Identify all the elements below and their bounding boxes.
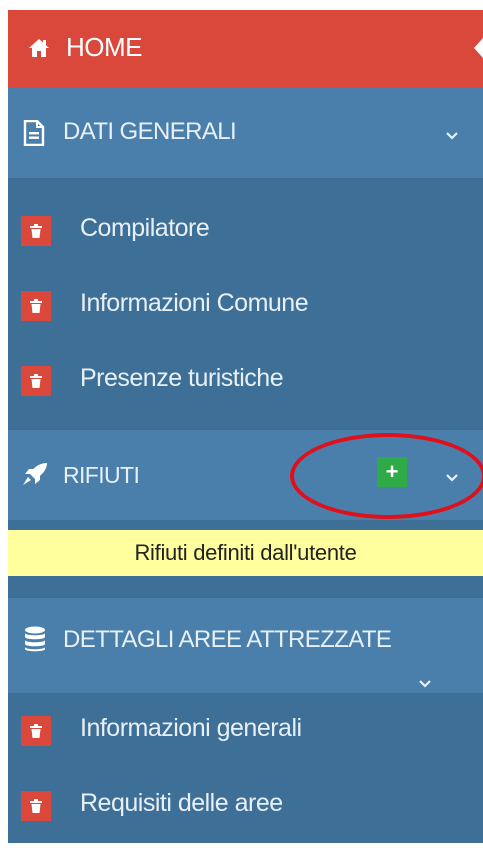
- submenu-item-informazioni-generali[interactable]: Informazioni generali: [8, 700, 483, 760]
- trash-icon[interactable]: [21, 291, 51, 321]
- submenu-item-label: Requisiti delle aree: [80, 789, 283, 817]
- sidebar-menu: HOME DATI GENERALI Compilatore Informazi…: [8, 10, 483, 843]
- trash-icon[interactable]: [21, 216, 51, 246]
- menu-section-rifiuti-label: RIFIUTI: [63, 462, 140, 488]
- annotation-circle: [290, 433, 483, 519]
- submenu-item-label: Presenze turistiche: [80, 364, 284, 392]
- active-caret-icon: [474, 38, 483, 58]
- submenu-item-informazioni-comune[interactable]: Informazioni Comune: [8, 275, 483, 335]
- submenu-item-compilatore[interactable]: Compilatore: [8, 200, 483, 260]
- submenu-item-label: Informazioni generali: [80, 714, 302, 742]
- menu-section-dati-generali[interactable]: DATI GENERALI: [8, 88, 483, 178]
- add-rifiuto-tooltip: Rifiuti definiti dall'utente: [8, 530, 483, 576]
- home-icon: [28, 38, 50, 58]
- submenu-item-label: Compilatore: [80, 214, 210, 242]
- trash-icon[interactable]: [21, 791, 51, 821]
- document-icon: [23, 119, 45, 151]
- rocket-icon: [22, 462, 48, 491]
- menu-section-dati-generali-label: DATI GENERALI: [63, 118, 237, 145]
- chevron-down-icon[interactable]: [445, 128, 459, 140]
- menu-section-dettagli-aree-attrezzate[interactable]: DETTAGLI AREE ATTREZZATE: [8, 598, 483, 693]
- menu-item-home[interactable]: HOME: [8, 10, 483, 88]
- chevron-down-icon[interactable]: [418, 676, 432, 688]
- submenu-item-presenze-turistiche[interactable]: Presenze turistiche: [8, 350, 483, 410]
- database-icon: [24, 626, 46, 657]
- trash-icon[interactable]: [21, 366, 51, 396]
- menu-section-dettagli-label: DETTAGLI AREE ATTREZZATE: [63, 626, 392, 653]
- submenu-item-label: Informazioni Comune: [80, 289, 309, 317]
- menu-item-home-label: HOME: [66, 32, 143, 62]
- submenu-item-requisiti-delle-aree[interactable]: Requisiti delle aree: [8, 775, 483, 835]
- trash-icon[interactable]: [21, 716, 51, 746]
